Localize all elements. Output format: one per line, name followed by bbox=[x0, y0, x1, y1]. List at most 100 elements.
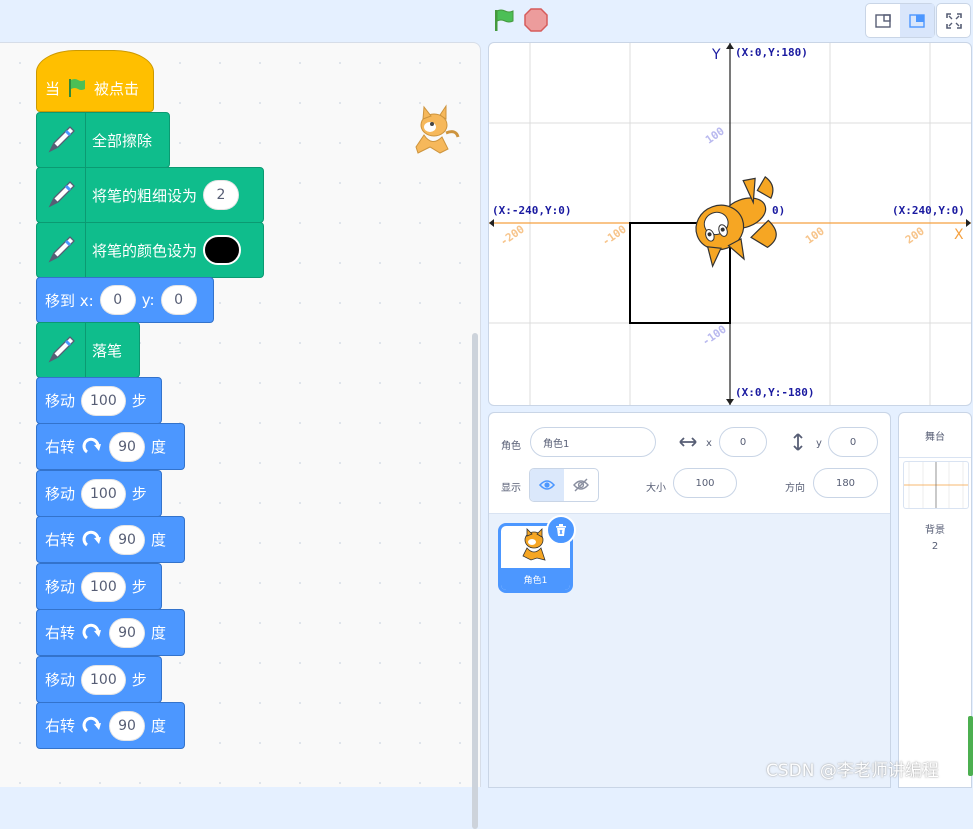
fullscreen-icon bbox=[945, 12, 962, 29]
move-steps-input[interactable]: 100 bbox=[81, 571, 126, 602]
turn-right-block[interactable]: 右转 90 度 bbox=[36, 609, 185, 656]
move-steps-input[interactable]: 100 bbox=[81, 664, 126, 695]
sprite-card-name: 角色1 bbox=[501, 568, 570, 590]
x-label: x bbox=[706, 438, 712, 449]
turn-degrees-input[interactable]: 90 bbox=[109, 710, 146, 741]
delete-sprite-button[interactable] bbox=[546, 515, 576, 545]
hide-button[interactable] bbox=[564, 469, 598, 501]
normal-stage-icon bbox=[909, 13, 925, 28]
pen-extension-icon bbox=[37, 168, 86, 222]
fullscreen-button[interactable] bbox=[936, 3, 971, 38]
size-value: 100 bbox=[695, 477, 715, 489]
green-flag-icon bbox=[69, 79, 86, 97]
set-pen-color-label: 将笔的颜色设为 bbox=[92, 241, 198, 260]
set-pen-size-block[interactable]: 将笔的粗细设为 2 bbox=[36, 167, 264, 223]
top-coord-label: (X:0,Y:180) bbox=[735, 46, 808, 59]
backdrops-label: 背景 bbox=[925, 525, 945, 536]
move-steps-input[interactable]: 100 bbox=[81, 385, 126, 416]
turn-right-block[interactable]: 右转 90 度 bbox=[36, 516, 185, 563]
top-bar bbox=[0, 0, 973, 42]
move-steps-block[interactable]: 移动 100 步 bbox=[36, 563, 162, 610]
backdrops-count: 2 bbox=[931, 541, 939, 552]
size-input[interactable]: 100 bbox=[673, 468, 737, 498]
when-label: 当 bbox=[45, 79, 61, 98]
y-axis-label: Y bbox=[712, 47, 721, 63]
direction-input[interactable]: 180 bbox=[813, 468, 878, 498]
stage-title: 舞台 bbox=[899, 413, 971, 458]
sprite-name-label: 角色 bbox=[501, 441, 521, 452]
move-label: 移动 bbox=[45, 485, 76, 503]
turn-degrees-input[interactable]: 90 bbox=[109, 617, 146, 648]
degrees-unit-label: 度 bbox=[151, 438, 167, 456]
visibility-toggle bbox=[529, 468, 599, 502]
pen-extension-icon bbox=[37, 323, 86, 377]
grid-backdrop-icon bbox=[904, 462, 968, 508]
eye-icon bbox=[539, 480, 555, 490]
goto-y-label: y: bbox=[141, 291, 155, 309]
sprite-info-panel: 角色 角色1 x 0 y 0 显示 大小 100 方向 180 角色1 bbox=[488, 412, 891, 788]
degrees-unit-label: 度 bbox=[151, 717, 167, 735]
turn-degrees-input[interactable]: 90 bbox=[109, 431, 146, 462]
small-stage-button[interactable] bbox=[866, 4, 900, 37]
steps-unit-label: 步 bbox=[131, 578, 147, 596]
backdrop-thumbnail bbox=[903, 461, 969, 509]
small-stage-icon bbox=[875, 13, 891, 28]
green-edge-tab bbox=[968, 716, 973, 776]
rotate-right-icon bbox=[82, 530, 102, 546]
when-flag-clicked-block[interactable]: 当 被点击 bbox=[36, 50, 154, 112]
size-label: 大小 bbox=[646, 483, 666, 494]
x-axis-label: X bbox=[954, 227, 964, 243]
move-steps-block[interactable]: 移动 100 步 bbox=[36, 377, 162, 424]
move-steps-block[interactable]: 移动 100 步 bbox=[36, 656, 162, 703]
y-input[interactable]: 0 bbox=[828, 427, 878, 457]
move-label: 移动 bbox=[45, 392, 76, 410]
show-label: 显示 bbox=[501, 483, 521, 494]
stage-selector[interactable]: 舞台 背景 2 bbox=[898, 412, 972, 788]
goto-xy-block[interactable]: 移到 x: 0 y: 0 bbox=[36, 277, 214, 323]
pen-extension-icon bbox=[37, 113, 86, 167]
move-steps-input[interactable]: 100 bbox=[81, 478, 126, 509]
right-coord-label: (X:240,Y:0) bbox=[892, 204, 965, 217]
turn-right-block[interactable]: 右转 90 度 bbox=[36, 702, 185, 749]
set-pen-size-label: 将笔的粗细设为 bbox=[92, 186, 198, 205]
x-value: 0 bbox=[739, 436, 747, 448]
cat-sprite[interactable] bbox=[677, 173, 787, 273]
pen-down-block[interactable]: 落笔 bbox=[36, 322, 140, 378]
horizontal-arrows-icon bbox=[679, 437, 697, 447]
pen-size-input[interactable]: 2 bbox=[203, 180, 240, 210]
left-coord-label: (X:-240,Y:0) bbox=[492, 204, 572, 217]
stage-size-toggle bbox=[865, 3, 935, 38]
steps-unit-label: 步 bbox=[131, 485, 147, 503]
sprite-name-input[interactable]: 角色1 bbox=[530, 427, 656, 457]
sprite-thumbnail-icon bbox=[410, 103, 462, 159]
pen-color-picker[interactable] bbox=[203, 235, 242, 265]
stage-canvas[interactable]: Y X (X:0,Y:180) (X:0,Y:-180) (X:-240,Y:0… bbox=[488, 42, 972, 406]
show-button[interactable] bbox=[530, 469, 564, 501]
turn-right-label: 右转 bbox=[45, 531, 76, 549]
erase-all-block[interactable]: 全部擦除 bbox=[36, 112, 170, 168]
set-pen-color-block[interactable]: 将笔的颜色设为 bbox=[36, 222, 264, 278]
sprite-name-value: 角色1 bbox=[543, 438, 570, 450]
degrees-unit-label: 度 bbox=[151, 531, 167, 549]
rotate-right-icon bbox=[82, 623, 102, 639]
turn-right-block[interactable]: 右转 90 度 bbox=[36, 423, 185, 470]
rotate-right-icon bbox=[82, 437, 102, 453]
y-value: 0 bbox=[849, 436, 857, 448]
turn-right-label: 右转 bbox=[45, 717, 76, 735]
direction-value: 180 bbox=[835, 477, 856, 489]
normal-stage-button[interactable] bbox=[900, 4, 934, 37]
move-steps-block[interactable]: 移动 100 步 bbox=[36, 470, 162, 517]
watermark: CSDN @李老师讲编程 bbox=[766, 761, 939, 781]
pen-down-label: 落笔 bbox=[92, 341, 123, 360]
turn-degrees-input[interactable]: 90 bbox=[109, 524, 146, 555]
green-flag-icon bbox=[495, 9, 514, 31]
goto-x-input[interactable]: 0 bbox=[99, 285, 136, 315]
goto-y-input[interactable]: 0 bbox=[160, 285, 197, 315]
green-flag-button[interactable] bbox=[490, 6, 518, 34]
steps-unit-label: 步 bbox=[131, 671, 147, 689]
x-input[interactable]: 0 bbox=[719, 427, 767, 457]
stop-button[interactable] bbox=[524, 8, 548, 32]
workspace-scrollbar[interactable] bbox=[472, 333, 478, 829]
steps-unit-label: 步 bbox=[131, 392, 147, 410]
clicked-label: 被点击 bbox=[94, 79, 140, 98]
